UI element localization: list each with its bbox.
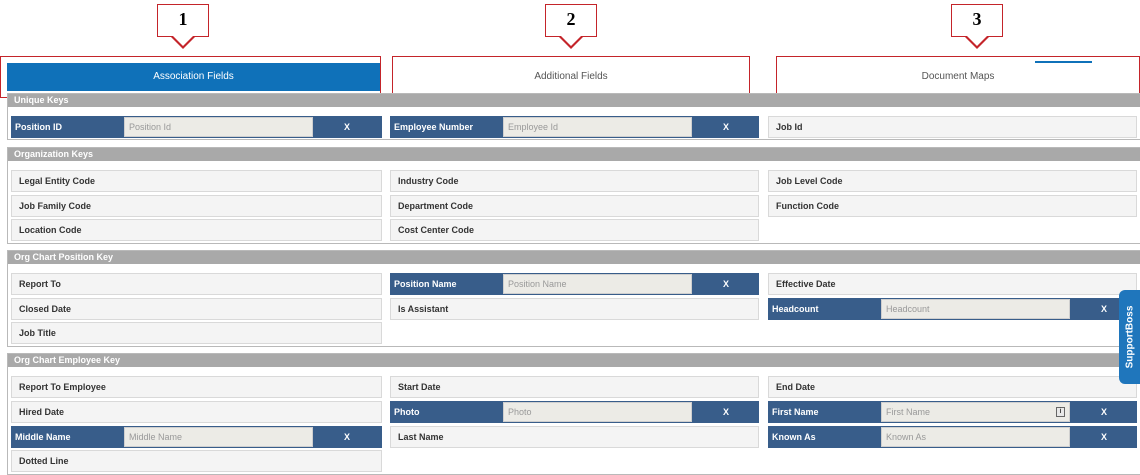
- position-id-input[interactable]: Position Id: [124, 117, 313, 137]
- tab-additional-fields[interactable]: Additional Fields: [392, 56, 750, 98]
- tab-association-fields[interactable]: Association Fields: [0, 56, 381, 98]
- headcount-input[interactable]: Headcount: [881, 299, 1070, 319]
- employee-number-input[interactable]: Employee Id: [503, 117, 692, 137]
- report-to-field[interactable]: Report To: [11, 273, 382, 295]
- employee-number-field: Employee Number Employee Id X: [390, 116, 759, 138]
- known-as-input[interactable]: Known As: [881, 427, 1070, 447]
- middle-name-clear-button[interactable]: X: [313, 427, 381, 447]
- callout-3-arrow-inner: [967, 36, 987, 46]
- known-as-label: Known As: [772, 432, 816, 442]
- section-title: Org Chart Position Key: [8, 251, 1140, 264]
- position-id-clear-button[interactable]: X: [313, 117, 381, 137]
- employee-number-clear-button[interactable]: X: [692, 117, 758, 137]
- end-date-field[interactable]: End Date: [768, 376, 1137, 398]
- dotted-line-field[interactable]: Dotted Line: [11, 450, 382, 472]
- middle-name-label: Middle Name: [15, 432, 71, 442]
- legal-entity-code-field[interactable]: Legal Entity Code: [11, 170, 382, 192]
- effective-date-field[interactable]: Effective Date: [768, 273, 1137, 295]
- photo-label: Photo: [394, 407, 420, 417]
- start-date-field[interactable]: Start Date: [390, 376, 759, 398]
- association-page: 1 2 3 Association Fields Additional Fiel…: [0, 0, 1140, 475]
- employee-number-label: Employee Number: [394, 122, 474, 132]
- tab-indicator: [1035, 61, 1092, 63]
- job-family-code-field[interactable]: Job Family Code: [11, 195, 382, 217]
- section-title: Unique Keys: [8, 94, 1140, 107]
- info-icon[interactable]: i: [1056, 407, 1065, 417]
- first-name-field: First Name First Name i X: [768, 401, 1137, 423]
- is-assistant-field[interactable]: Is Assistant: [390, 298, 759, 320]
- photo-field: Photo Photo X: [390, 401, 759, 423]
- position-name-input[interactable]: Position Name: [503, 274, 692, 294]
- job-id-field[interactable]: Job Id: [768, 116, 1137, 138]
- tab-document-maps-label: Document Maps: [921, 71, 995, 82]
- department-code-field[interactable]: Department Code: [390, 195, 759, 217]
- first-name-placeholder: First Name: [886, 407, 931, 417]
- last-name-field[interactable]: Last Name: [390, 426, 759, 448]
- section-title: Organization Keys: [8, 148, 1140, 161]
- job-title-field[interactable]: Job Title: [11, 322, 382, 344]
- section-title: Org Chart Employee Key: [8, 354, 1140, 367]
- headcount-field: Headcount Headcount X: [768, 298, 1137, 320]
- industry-code-field[interactable]: Industry Code: [390, 170, 759, 192]
- closed-date-field[interactable]: Closed Date: [11, 298, 382, 320]
- middle-name-input[interactable]: Middle Name: [124, 427, 313, 447]
- first-name-label: First Name: [772, 407, 819, 417]
- callout-2-arrow-inner: [561, 36, 581, 46]
- function-code-field[interactable]: Function Code: [768, 195, 1137, 217]
- position-name-field: Position Name Position Name X: [390, 273, 759, 295]
- first-name-clear-button[interactable]: X: [1070, 402, 1136, 422]
- hired-date-field[interactable]: Hired Date: [11, 401, 382, 423]
- tab-additional-fields-label: Additional Fields: [534, 71, 608, 82]
- first-name-input[interactable]: First Name i: [881, 402, 1070, 422]
- headcount-label: Headcount: [772, 304, 819, 314]
- support-widget-button[interactable]: SupportBoss: [1119, 290, 1140, 384]
- tab-association-fields-label: Association Fields: [7, 63, 380, 91]
- position-id-label: Position ID: [15, 122, 62, 132]
- position-id-field: Position ID Position Id X: [11, 116, 382, 138]
- report-to-employee-field[interactable]: Report To Employee: [11, 376, 382, 398]
- known-as-field: Known As Known As X: [768, 426, 1137, 448]
- photo-input[interactable]: Photo: [503, 402, 692, 422]
- cost-center-code-field[interactable]: Cost Center Code: [390, 219, 759, 241]
- job-level-code-field[interactable]: Job Level Code: [768, 170, 1137, 192]
- location-code-field[interactable]: Location Code: [11, 219, 382, 241]
- callout-2: 2: [545, 4, 597, 37]
- callout-3: 3: [951, 4, 1003, 37]
- callout-1: 1: [157, 4, 209, 37]
- known-as-clear-button[interactable]: X: [1070, 427, 1136, 447]
- position-name-clear-button[interactable]: X: [692, 274, 758, 294]
- support-widget-label: SupportBoss: [1124, 305, 1135, 369]
- callout-1-arrow-inner: [173, 36, 193, 46]
- position-name-label: Position Name: [394, 279, 457, 289]
- photo-clear-button[interactable]: X: [692, 402, 758, 422]
- middle-name-field: Middle Name Middle Name X: [11, 426, 382, 448]
